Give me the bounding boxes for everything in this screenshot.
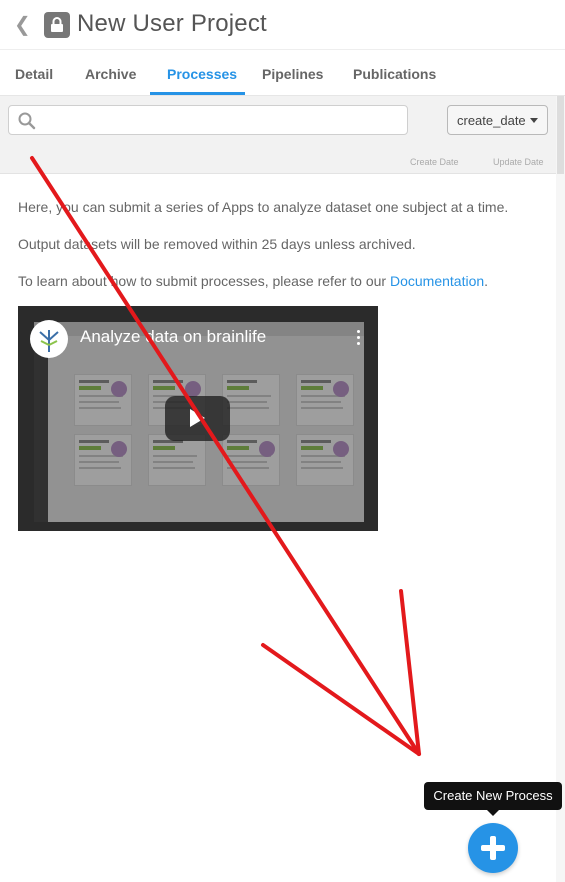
scrollbar-thumb[interactable] (557, 96, 564, 174)
documentation-link[interactable]: Documentation (390, 273, 484, 289)
sort-select[interactable]: create_date (447, 105, 548, 135)
play-button[interactable] (165, 396, 230, 441)
channel-avatar[interactable] (30, 320, 68, 358)
page-title: New User Project (77, 10, 267, 37)
column-header-create-date[interactable]: Create Date (410, 157, 459, 167)
tab-detail[interactable]: Detail (15, 66, 53, 82)
search-box[interactable] (8, 105, 408, 135)
page-header: ❮ New User Project (0, 0, 565, 50)
lock-icon (44, 12, 70, 38)
intro-text-docs: To learn about how to submit processes, … (18, 273, 488, 289)
tab-processes[interactable]: Processes (167, 66, 237, 82)
tab-bar: Detail Archive Processes Pipelines Publi… (0, 51, 565, 96)
chevron-left-icon[interactable]: ❮ (14, 14, 31, 36)
video-title[interactable]: Analyze data on brainlife (80, 327, 266, 347)
create-process-button[interactable] (468, 823, 518, 873)
tab-pipelines[interactable]: Pipelines (262, 66, 323, 82)
intro-text-docs-suffix: . (484, 273, 489, 289)
intro-text-submit: Here, you can submit a series of Apps to… (18, 199, 509, 215)
caret-down-icon (530, 118, 538, 123)
create-process-tooltip: Create New Process (424, 782, 562, 816)
column-header-update-date[interactable]: Update Date (493, 157, 544, 167)
search-input[interactable] (43, 110, 393, 130)
tab-archive[interactable]: Archive (85, 66, 136, 82)
intro-text-retention: Output datasets will be removed within 2… (18, 236, 416, 252)
sort-select-value: create_date (457, 113, 526, 128)
intro-text-docs-prefix: To learn about how to submit processes, … (18, 273, 390, 289)
tutorial-video[interactable]: Analyze data on brainlife (18, 306, 378, 531)
search-icon (18, 112, 36, 130)
more-options-icon[interactable] (357, 330, 361, 348)
tab-publications[interactable]: Publications (353, 66, 436, 82)
scrollbar[interactable] (556, 96, 565, 882)
active-tab-indicator (150, 92, 245, 95)
tooltip-text: Create New Process (433, 788, 553, 803)
play-icon (190, 409, 205, 427)
process-toolbar: create_date Create Date Update Date (0, 96, 556, 174)
